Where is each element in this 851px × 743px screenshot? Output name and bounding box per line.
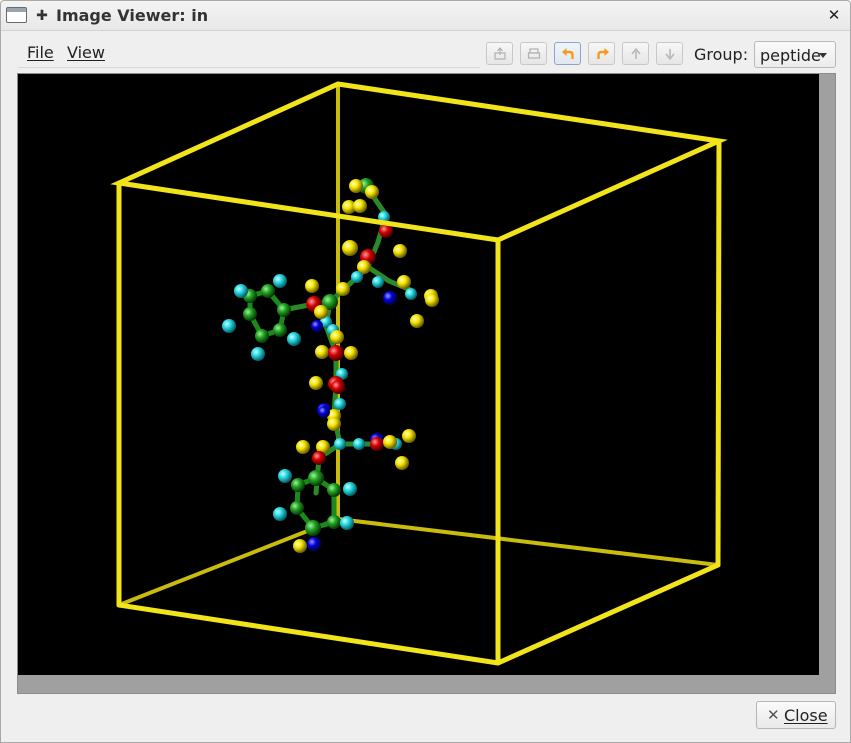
atom (425, 293, 439, 307)
print-icon (527, 48, 541, 59)
atom (243, 307, 257, 321)
title-bar[interactable]: ✚ Image Viewer: in ✕ (1, 1, 850, 31)
atom (261, 284, 275, 298)
atom (334, 398, 346, 410)
group-select-value: peptide (760, 46, 821, 65)
atom (278, 469, 292, 483)
atom (273, 323, 287, 337)
atom (395, 456, 409, 470)
atom (405, 288, 417, 300)
atom (305, 520, 321, 536)
atom (293, 539, 307, 553)
image-viewer-window: ✚ Image Viewer: in ✕ File View Group: pe… (0, 0, 851, 743)
up-arrow-icon (631, 47, 641, 59)
undo-arrow-icon (562, 48, 574, 59)
molecule-viewport[interactable] (18, 74, 819, 675)
atom (291, 478, 305, 492)
atom (290, 501, 304, 515)
close-icon: ✕ (767, 706, 780, 724)
atom (353, 199, 367, 213)
atom (343, 482, 357, 496)
export-button[interactable] (486, 42, 513, 65)
atom (397, 275, 411, 289)
atom (351, 271, 363, 283)
group-label: Group: (694, 45, 749, 64)
atom (402, 429, 416, 443)
image-frame (17, 73, 836, 694)
close-icon[interactable]: ✕ (827, 7, 841, 23)
atom (349, 179, 363, 193)
atom (342, 240, 358, 256)
atom (327, 515, 341, 529)
atom (273, 274, 287, 288)
atom (328, 345, 344, 361)
atom (311, 320, 323, 332)
atom (336, 282, 350, 296)
atom (340, 516, 354, 530)
atom (287, 332, 301, 346)
atom (305, 279, 319, 293)
down-arrow-icon (665, 49, 675, 61)
atom (222, 319, 236, 333)
atom (344, 346, 358, 360)
atom (308, 470, 324, 486)
atom (315, 345, 329, 359)
atom (309, 376, 323, 390)
atom (327, 417, 341, 431)
box-front-edges (110, 81, 728, 666)
chevron-down-icon (819, 53, 827, 58)
atom (365, 185, 379, 199)
atom (314, 305, 328, 319)
group-select[interactable]: peptide (754, 41, 836, 68)
atom (296, 440, 310, 454)
window-title: Image Viewer: in (56, 6, 209, 25)
export-icon (494, 47, 506, 60)
atom (370, 437, 384, 451)
atom (307, 537, 321, 551)
window-icon[interactable] (6, 7, 27, 23)
box-back-edges (117, 82, 720, 607)
redo-arrow-icon (597, 48, 609, 59)
atom (277, 303, 291, 317)
atom (331, 380, 345, 394)
move-up-button[interactable] (622, 42, 649, 65)
molecule-atoms (222, 178, 439, 553)
atom (318, 406, 330, 418)
pin-icon[interactable]: ✚ (35, 7, 49, 25)
atom (251, 347, 265, 361)
close-button-label: Close (784, 706, 828, 725)
menu-bar: File View (18, 39, 480, 68)
atom (372, 276, 384, 288)
atom (327, 483, 341, 497)
atom (330, 330, 344, 344)
atom (353, 438, 365, 450)
molecule-render (110, 81, 728, 666)
atom (383, 291, 397, 305)
atom (393, 244, 407, 258)
atom (334, 438, 346, 450)
atom (312, 451, 326, 465)
move-down-button[interactable] (656, 42, 683, 65)
close-button[interactable]: ✕ Close (756, 701, 836, 729)
print-button[interactable] (520, 42, 547, 65)
undo-button[interactable] (554, 42, 581, 65)
atom (410, 314, 424, 328)
menu-view[interactable]: View (67, 43, 105, 62)
atom (383, 435, 397, 449)
atom (234, 284, 248, 298)
menu-file[interactable]: File (27, 43, 54, 62)
atom (273, 507, 287, 521)
atom (255, 329, 269, 343)
redo-button[interactable] (588, 42, 615, 65)
